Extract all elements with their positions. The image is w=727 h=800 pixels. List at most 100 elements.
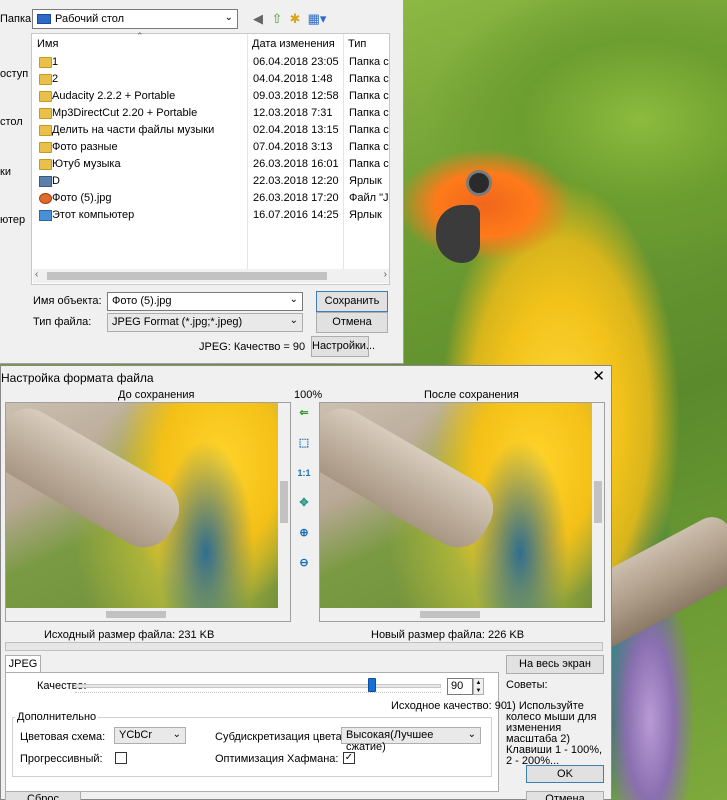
nav-stub-access[interactable]: оступ — [0, 68, 28, 80]
folder-label: Папка: — [0, 13, 35, 25]
filetype-value: JPEG Format (*.jpg;*.jpeg) — [112, 316, 243, 328]
file-date: 22.03.2018 12:20 — [253, 175, 339, 187]
file-name: Фото (5).jpg — [52, 192, 112, 204]
spin-down-icon[interactable]: ▼ — [476, 688, 482, 694]
fit-window-icon[interactable]: ⬚ — [297, 436, 311, 450]
file-row[interactable]: 2 04.04.2018 1:48 Папка с ф — [33, 71, 389, 88]
file-row[interactable]: Фото разные 07.04.2018 3:13 Папка с ф — [33, 139, 389, 156]
ok-button[interactable]: OK — [526, 765, 604, 783]
filename-input[interactable]: Фото (5).jpg ⌄ — [107, 292, 303, 311]
slider-ticks — [75, 692, 441, 695]
folder-combo[interactable]: Рабочий стол ⌄ — [32, 9, 238, 29]
preview-hscrollbar[interactable] — [6, 608, 290, 621]
parrot-eye — [466, 170, 492, 196]
scroll-left-icon[interactable]: ‹ — [35, 269, 38, 280]
nav-stub-libraries[interactable]: ки — [0, 166, 11, 178]
reset-button[interactable]: Сброс — [5, 791, 81, 800]
file-type: Папка с ф — [349, 107, 389, 119]
quality-slider-thumb[interactable] — [368, 678, 377, 692]
scroll-thumb[interactable] — [47, 272, 327, 280]
zoom-in-icon[interactable]: ⊕ — [297, 526, 311, 540]
column-header-type[interactable]: Тип — [348, 38, 366, 50]
tab-jpeg[interactable]: JPEG — [5, 655, 41, 673]
filetype-label: Тип файла: — [33, 316, 92, 328]
file-list[interactable]: ⌃ Имя Дата изменения Тип 1 06.04.2018 23:… — [31, 31, 390, 285]
scroll-right-icon[interactable]: › — [384, 269, 387, 280]
column-header-date[interactable]: Дата изменения — [252, 38, 335, 50]
close-icon[interactable]: ✕ — [592, 367, 605, 385]
advanced-group-title: Дополнительно — [15, 711, 99, 723]
tips: Советы: 1) Используйте колесо мыши для и… — [506, 680, 606, 767]
file-row[interactable]: Делить на части файлы музыки 02.04.2018 1… — [33, 122, 389, 139]
fullscreen-button[interactable]: На весь экран — [506, 655, 604, 674]
new-folder-icon[interactable]: ✱ — [287, 11, 303, 27]
settings-button[interactable]: Настройки... — [311, 336, 375, 357]
file-type: Ярлык — [349, 175, 382, 187]
progressive-checkbox[interactable] — [115, 752, 127, 764]
file-type: Папка с ф — [349, 56, 389, 68]
file-row[interactable]: 1 06.04.2018 23:05 Папка с ф — [33, 54, 389, 71]
chevron-down-icon[interactable]: ⌄ — [290, 294, 298, 305]
preview-before[interactable] — [5, 402, 291, 622]
branch-preview — [6, 403, 191, 559]
file-list-hscrollbar[interactable]: ‹ › — [33, 269, 389, 283]
spin-buttons[interactable]: ▲ ▼ — [473, 678, 484, 695]
file-row[interactable]: D 22.03.2018 12:20 Ярлык — [33, 173, 389, 190]
scroll-thumb[interactable] — [594, 481, 602, 523]
file-name: Audacity 2.2.2 + Portable — [52, 90, 176, 102]
save-button[interactable]: Сохранить — [316, 291, 388, 312]
nav-stub-computer[interactable]: ютер — [0, 214, 25, 226]
scroll-thumb[interactable] — [420, 611, 480, 618]
cancel-button[interactable]: Отмена — [526, 791, 604, 800]
chevron-down-icon: ⌄ — [467, 729, 476, 740]
file-type: Папка с ф — [349, 141, 389, 153]
preview-vscrollbar[interactable] — [278, 403, 290, 609]
back-icon[interactable]: ◀ — [250, 11, 266, 27]
up-folder-icon[interactable]: ⇧ — [269, 11, 285, 27]
color-scheme-value: YCbCr — [119, 729, 153, 741]
file-name: Ютуб музыка — [52, 158, 121, 170]
file-row[interactable]: Audacity 2.2.2 + Portable 09.03.2018 12:5… — [33, 88, 389, 105]
preview-after[interactable] — [319, 402, 605, 622]
file-date: 07.04.2018 3:13 — [253, 141, 333, 153]
file-date: 09.03.2018 12:58 — [253, 90, 339, 102]
cancel-button[interactable]: Отмена — [316, 312, 388, 333]
scroll-thumb[interactable] — [280, 481, 288, 523]
spin-up-icon[interactable]: ▲ — [476, 680, 482, 686]
file-row[interactable]: Ютуб музыка 26.03.2018 16:01 Папка с ф — [33, 156, 389, 173]
column-header-name[interactable]: Имя — [37, 38, 58, 50]
folder-icon — [39, 142, 52, 153]
after-label: После сохранения — [424, 389, 519, 401]
move-icon[interactable]: ✥ — [297, 496, 311, 510]
preview-vscrollbar[interactable] — [592, 403, 604, 609]
scroll-thumb[interactable] — [106, 611, 166, 618]
color-scheme-combo[interactable]: YCbCr ⌄ — [114, 727, 186, 744]
file-row[interactable]: Фото (5).jpg 26.03.2018 17:20 Файл "JPE — [33, 190, 389, 207]
quality-spinbox[interactable]: 90 — [447, 678, 473, 695]
actual-size-button[interactable]: 1:1 — [297, 466, 311, 480]
file-row[interactable]: Этот компьютер 16.07.2016 14:25 Ярлык — [33, 207, 389, 224]
save-file-dialog: Папка: Рабочий стол ⌄ ◀ ⇧ ✱ ▦▾ оступ сто… — [0, 0, 404, 364]
quality-slider[interactable] — [75, 684, 441, 688]
file-row[interactable]: Mp3DirectCut 2.20 + Portable 12.03.2018 7… — [33, 105, 389, 122]
folder-icon — [39, 125, 52, 136]
view-menu-icon[interactable]: ▦▾ — [306, 11, 328, 27]
file-date: 02.04.2018 13:15 — [253, 124, 339, 136]
chevron-down-icon: ⌄ — [289, 315, 298, 326]
zoom-out-icon[interactable]: ⊖ — [297, 556, 311, 570]
computer-icon — [39, 210, 52, 221]
huffman-checkbox[interactable]: ✓ — [343, 752, 355, 764]
advanced-group — [12, 717, 492, 777]
file-date: 12.03.2018 7:31 — [253, 107, 333, 119]
subsampling-combo[interactable]: Высокая(Лучшее сжатие) ⌄ — [341, 727, 481, 753]
sync-arrow-icon[interactable]: ⇐ — [297, 406, 311, 420]
file-name: Делить на части файлы музыки — [52, 124, 215, 136]
folder-icon — [39, 159, 52, 170]
file-name: Фото разные — [52, 141, 118, 153]
preview-hscrollbar[interactable] — [320, 608, 604, 621]
nav-stub-desktop[interactable]: стол — [0, 116, 23, 128]
format-settings-dialog: Настройка формата файла ✕ До сохранения … — [0, 365, 612, 800]
progressive-label: Прогрессивный: — [20, 753, 103, 765]
progress-bar — [5, 642, 603, 651]
filetype-combo[interactable]: JPEG Format (*.jpg;*.jpeg) ⌄ — [107, 313, 303, 332]
